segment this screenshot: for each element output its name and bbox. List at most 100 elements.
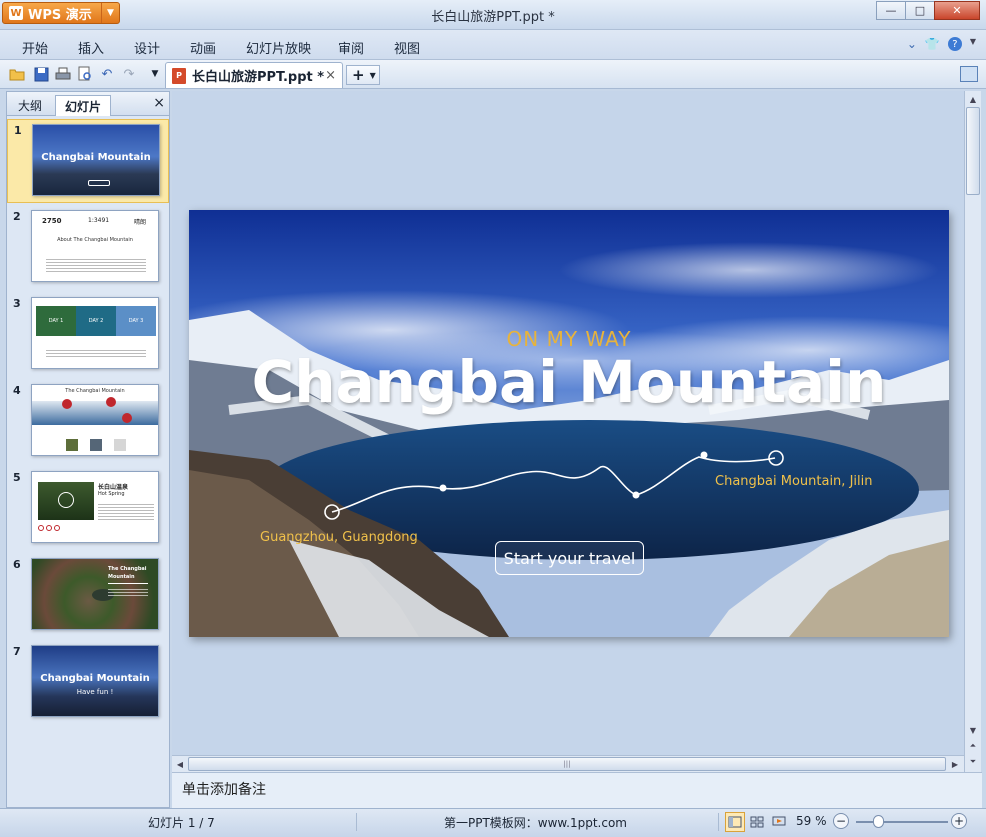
thumb-title: Changbai Mountain xyxy=(41,152,151,163)
document-tab-label: 长白山旅游PPT.ppt * xyxy=(192,70,325,85)
close-button[interactable]: ✕ xyxy=(934,1,980,20)
slide-number: 4 xyxy=(13,384,21,397)
tab-outline[interactable]: 大纲 xyxy=(9,95,51,116)
slide-sorter-icon[interactable] xyxy=(747,812,767,832)
scroll-right-icon[interactable]: ▶ xyxy=(947,756,963,772)
zoom-level[interactable]: 59 % xyxy=(796,814,827,828)
horizontal-scroll-thumb[interactable]: ||| xyxy=(188,757,946,771)
slide-number: 2 xyxy=(13,210,21,223)
route-point xyxy=(439,484,447,492)
slide-number: 5 xyxy=(13,471,21,484)
slide-thumbnail-6[interactable]: 6 The Changbai Mountain xyxy=(7,554,169,638)
slide-panel: 大纲 幻灯片 × 1 Changbai Mountain 2 2750 1:34… xyxy=(6,91,170,808)
thumb-stat: 2750 xyxy=(42,217,62,225)
slide-thumbnail-1[interactable]: 1 Changbai Mountain xyxy=(7,119,169,203)
slide-editor[interactable]: ON MY WAY Changbai Mountain Guangzhou, G… xyxy=(172,91,964,755)
window-layout-icon[interactable] xyxy=(960,66,978,82)
slide-number: 7 xyxy=(13,645,21,658)
zoom-in-button[interactable]: + xyxy=(951,813,967,829)
slide-thumbnail-5[interactable]: 5 长白山温泉 Hot Spring xyxy=(7,467,169,551)
slide-number: 1 xyxy=(14,124,22,137)
slide-preview: The Changbai Mountain xyxy=(31,558,159,630)
menu-start[interactable]: 开始 xyxy=(22,38,48,57)
window-controls: — □ ✕ xyxy=(876,1,980,20)
slide-counter: 幻灯片 1 / 7 xyxy=(148,816,215,830)
origin-label[interactable]: Guangzhou, Guangdong xyxy=(260,530,418,545)
thumb-photo: DAY 3 xyxy=(116,306,156,336)
zoom-slider-knob[interactable] xyxy=(873,815,884,828)
menu-right-icons: ⌄ 👕 ? ▼ xyxy=(907,37,976,51)
help-dropdown-icon[interactable]: ▼ xyxy=(970,37,976,51)
new-tab-dropdown-icon[interactable]: ▼ xyxy=(370,71,376,80)
menu-view[interactable]: 视图 xyxy=(394,38,420,57)
normal-view-icon[interactable] xyxy=(725,812,745,832)
document-tab[interactable]: P 长白山旅游PPT.ppt * × xyxy=(165,62,343,88)
horizontal-scrollbar[interactable]: ◀ ||| ▶ xyxy=(172,755,964,772)
menu-animation[interactable]: 动画 xyxy=(190,38,216,57)
plus-icon: + xyxy=(352,66,365,84)
start-travel-button[interactable]: Start your travel xyxy=(495,541,644,575)
menu-design[interactable]: 设计 xyxy=(134,38,160,57)
print-preview-icon[interactable] xyxy=(76,65,94,83)
slide-number: 3 xyxy=(13,297,21,310)
slide-preview: Changbai Mountain xyxy=(32,124,160,196)
chevron-down-icon[interactable]: ⌄ xyxy=(907,37,917,51)
menu-review[interactable]: 审阅 xyxy=(338,38,364,57)
close-tab-icon[interactable]: × xyxy=(325,68,336,83)
slide-preview: 2750 1:3491 晴朗 About The Changbai Mounta… xyxy=(31,210,159,282)
thumb-text-lines xyxy=(46,348,146,358)
slide-title[interactable]: Changbai Mountain xyxy=(189,348,949,416)
undo-icon[interactable]: ↶ xyxy=(98,65,116,83)
tab-slides[interactable]: 幻灯片 xyxy=(55,95,112,116)
previous-slide-icon[interactable]: ⏶ xyxy=(965,738,981,754)
scroll-left-icon[interactable]: ◀ xyxy=(172,756,188,772)
slide-thumbnail-7[interactable]: 7 Changbai Mountain Have fun ! xyxy=(7,641,169,725)
panel-tabs: 大纲 幻灯片 × xyxy=(7,92,169,116)
thumb-dot-icon xyxy=(38,525,44,531)
open-folder-icon[interactable] xyxy=(8,65,26,83)
redo-icon[interactable]: ↷ xyxy=(120,65,138,83)
status-bar: 幻灯片 1 / 7 第一PPT模板网：www.1ppt.com 59 % − + xyxy=(0,808,986,837)
minimize-button[interactable]: — xyxy=(876,1,906,20)
destination-label[interactable]: Changbai Mountain, Jilin xyxy=(715,474,872,489)
zoom-slider-track[interactable] xyxy=(856,821,948,823)
thumb-text-lines xyxy=(108,587,148,597)
slideshow-icon[interactable] xyxy=(769,812,789,832)
close-panel-icon[interactable]: × xyxy=(153,95,165,111)
window-title: 长白山旅游PPT.ppt * xyxy=(431,10,555,25)
menu-insert[interactable]: 插入 xyxy=(78,38,104,57)
next-slide-icon[interactable]: ⏷ xyxy=(965,754,981,770)
template-source: 第一PPT模板网：www.1ppt.com xyxy=(444,816,627,830)
scroll-down-icon[interactable]: ▼ xyxy=(965,722,981,738)
thumb-divider xyxy=(108,583,148,584)
current-slide[interactable]: ON MY WAY Changbai Mountain Guangzhou, G… xyxy=(189,210,949,637)
menu-slideshow[interactable]: 幻灯片放映 xyxy=(246,38,311,57)
save-icon[interactable] xyxy=(32,65,50,83)
quick-access-toolbar: ↶ ↷ ▼ P 长白山旅游PPT.ppt * × + ▼ xyxy=(0,60,986,89)
thumb-title: 长白山温泉 xyxy=(98,484,129,491)
vertical-scrollbar[interactable]: ▲ ▼ ⏶ ⏷ xyxy=(964,91,981,772)
print-icon[interactable] xyxy=(54,65,72,83)
thumb-map xyxy=(32,401,158,425)
thumb-title: The Changbai Mountain xyxy=(65,388,125,394)
notes-input[interactable]: 单击添加备注 xyxy=(172,772,982,808)
status-divider xyxy=(718,813,719,831)
scroll-up-icon[interactable]: ▲ xyxy=(965,91,981,107)
thumb-stat: 晴朗 xyxy=(134,219,147,226)
slide-preview: DAY 1 DAY 2 DAY 3 xyxy=(31,297,159,369)
slide-thumbnail-2[interactable]: 2 2750 1:3491 晴朗 About The Changbai Moun… xyxy=(7,206,169,290)
ppt-file-icon: P xyxy=(172,67,186,84)
thumb-title: About The Changbai Mountain xyxy=(57,237,133,243)
shirt-icon[interactable]: 👕 xyxy=(925,37,940,51)
vertical-scroll-thumb[interactable] xyxy=(966,107,980,195)
zoom-out-button[interactable]: − xyxy=(833,813,849,829)
map-pin-icon xyxy=(122,413,132,423)
slide-thumbnail-4[interactable]: 4 The Changbai Mountain xyxy=(7,380,169,464)
new-tab-button[interactable]: + ▼ xyxy=(346,65,380,85)
status-divider xyxy=(356,813,357,831)
help-icon[interactable]: ? xyxy=(947,37,962,51)
map-pin-icon xyxy=(62,399,72,409)
customize-icon[interactable]: ▼ xyxy=(146,65,164,83)
slide-thumbnail-3[interactable]: 3 DAY 1 DAY 2 DAY 3 xyxy=(7,293,169,377)
maximize-button[interactable]: □ xyxy=(905,1,935,20)
